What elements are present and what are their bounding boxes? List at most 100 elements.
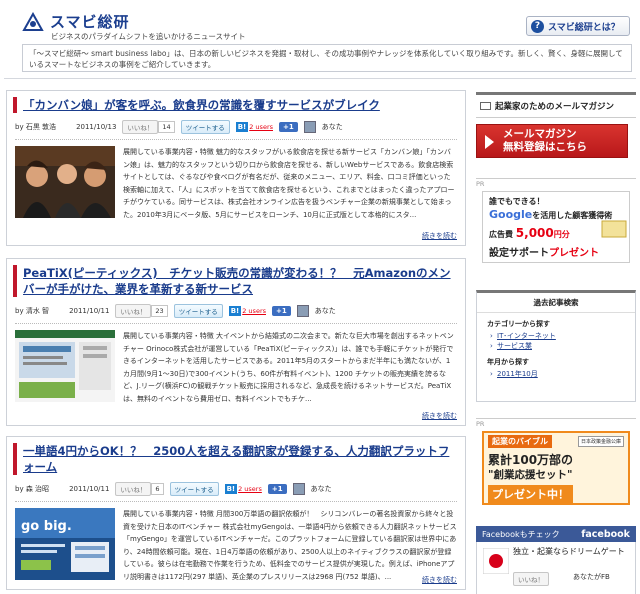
about-button-label: スマビ総研とは？ [548, 22, 620, 33]
mail-button-line1: メールマガジン [503, 128, 577, 140]
article-title-row: 一単語4円からOK！？ 2500人を超える翻訳家が登録する、人力翻訳プラットフォ… [13, 443, 459, 475]
facebook-header: Facebookもチェック facebook [476, 526, 636, 542]
arrow-right-icon [485, 135, 494, 149]
user-avatar-icon [292, 483, 305, 495]
hatena-users[interactable]: 2 users [249, 123, 273, 131]
divider [15, 501, 457, 502]
you-label: あなた [310, 485, 332, 493]
article-excerpt: 展開している事業内容・特徴 大イベントから結婚式の二次会まで。新たな巨大市場を創… [123, 332, 454, 403]
facebook-widget: 独立・起業ならドリームゲート いいね！ あなたがFB [476, 542, 636, 594]
category-link-label[interactable]: IT･インターネット [497, 332, 556, 340]
ad-line4: 設定サポート [489, 248, 549, 259]
hatena-users[interactable]: 2 users [242, 307, 266, 315]
site-subtitle: ビジネスのパラダイムシフトを追いかけるニュースサイト [51, 32, 246, 41]
article-card: PeaTiX(ピーティックス) チケット販売の常識が変わる！？ 元Amazonの… [6, 258, 466, 426]
ad2-line2: 累計100万部の [488, 453, 574, 467]
article-thumbnail[interactable] [15, 146, 115, 218]
category-link-it[interactable]: IT･インターネット [477, 331, 635, 341]
google-ad-banner[interactable]: 誰でもできる！ Googleを活用した顧客獲得術 広告費 5,000円分 設定サ… [482, 191, 630, 263]
author: by 石黒 敦浩 [15, 122, 56, 132]
site-title[interactable]: スマビ総研 [50, 11, 130, 32]
tweet-button[interactable]: ツイートする [173, 304, 223, 318]
like-button[interactable]: いいね！ [115, 304, 152, 318]
hatena-users[interactable]: 2 users [238, 485, 262, 493]
article-title-link[interactable]: 「カンバン娘」が客を呼ぶ。飲食界の常識を覆すサービスがブレイク [23, 97, 459, 113]
author: by 森 治昭 [15, 484, 49, 494]
like-count: 23 [151, 305, 168, 317]
read-more-link[interactable]: 続きを読む [422, 575, 457, 585]
archive-box: 過去記事検索 カテゴリ一から探す IT･インターネット サービス業 年月から探す… [476, 290, 636, 402]
article-card: 一単語4円からOK！？ 2500人を超える翻訳家が登録する、人力翻訳プラットフォ… [6, 436, 466, 590]
like-button[interactable]: いいね！ [122, 120, 159, 134]
startup-bible-ad-banner[interactable]: 起業のバイブル 日本政策金融公庫 累計100万部の "創業応援セット" プレゼン… [482, 431, 630, 505]
ad-line4-row: 設定サポートプレゼント [489, 244, 599, 259]
hatena-bookmark-button[interactable]: B! 2 users [224, 484, 262, 494]
mail-magazine-signup-button[interactable]: メールマガジン 無料登録はこちら [476, 124, 628, 158]
facebook-check-label: Facebookもチェック [482, 529, 560, 539]
by-label: by [15, 123, 24, 131]
author-name: 清水 智 [25, 307, 50, 315]
hatena-bookmark-button[interactable]: B! 2 users [235, 122, 273, 132]
ad-amount: 5,000 [515, 226, 554, 240]
hatena-icon: B! [228, 306, 242, 316]
logo-icon[interactable] [22, 12, 44, 34]
facebook-like-button[interactable]: いいね！ [513, 572, 549, 586]
month-link-label[interactable]: 2011年10月 [497, 370, 538, 378]
coin-icon [601, 220, 627, 238]
pr-label: PR [476, 178, 636, 188]
mail-magazine-header: 起業家のためのメールマガジン [476, 92, 636, 118]
article-thumbnail[interactable] [15, 330, 115, 402]
page-avatar-icon[interactable] [483, 548, 509, 574]
facebook-logo: facebook [581, 528, 630, 540]
ad2-badge: 日本政策金融公庫 [577, 436, 624, 447]
about-button[interactable]: ? スマビ総研とは？ [526, 16, 630, 36]
google-logo: Google [489, 208, 533, 221]
mail-button-line2: 無料登録はこちら [503, 141, 587, 153]
tweet-button[interactable]: ツイートする [180, 120, 230, 134]
user-avatar-icon [303, 121, 316, 133]
post-date: 2011/10/11 [69, 485, 110, 493]
month-link[interactable]: 2011年10月 [477, 369, 635, 379]
google-plus-button[interactable]: +1 [272, 306, 291, 316]
mail-magazine-title: 起業家のためのメールマガジン [495, 102, 615, 112]
article-title-link[interactable]: PeaTiX(ピーティックス) チケット販売の常識が変わる！？ 元Amazonの… [23, 265, 459, 297]
author-name: 森 治昭 [25, 485, 50, 493]
facebook-page-name[interactable]: 独立・起業ならドリームゲート [513, 546, 627, 557]
article-body: go big. 展開している事業内容・特徴 月間300万単語の翻訳依頼が！ シリ… [15, 508, 457, 594]
you-label: あなた [321, 123, 343, 131]
facebook-box: Facebookもチェック facebook 独立・起業ならドリームゲート いい… [476, 526, 636, 594]
ad-present: プレゼント [549, 248, 599, 259]
archive-panel: 過去記事検索 カテゴリ一から探す IT･インターネット サービス業 年月から探す… [476, 290, 636, 402]
user-avatar-icon [296, 305, 309, 317]
google-plus-button[interactable]: +1 [267, 484, 287, 494]
article-meta: by 石黒 敦浩 2011/10/13 いいね！ 14 ツイートする B! 2 u… [15, 119, 457, 135]
by-label: by [15, 307, 24, 315]
article-title-link[interactable]: 一単語4円からOK！？ 2500人を超える翻訳家が登録する、人力翻訳プラットフォ… [23, 443, 459, 475]
month-heading: 年月から探す [487, 358, 529, 366]
hatena-icon: B! [235, 122, 249, 132]
like-count: 6 [151, 483, 164, 495]
ad2-line4: プレゼント中！ [488, 485, 573, 503]
category-link-label[interactable]: サービス業 [497, 342, 532, 350]
site-header: スマビ総研 ビジネスのパラダイムシフトを追いかけるニュースサイト ? スマビ総研… [4, 4, 636, 41]
like-count: 14 [158, 121, 175, 133]
article-title-row: 「カンバン娘」が客を呼ぶ。飲食界の常識を覆すサービスがブレイク [13, 97, 459, 113]
tweet-button[interactable]: ツイートする [169, 482, 219, 496]
google-plus-button[interactable]: +1 [279, 122, 298, 132]
like-button[interactable]: いいね！ [115, 482, 152, 496]
hatena-icon: B! [224, 484, 238, 494]
ad-line3-row: 広告費 5,000円分 [489, 226, 570, 240]
category-link-service[interactable]: サービス業 [477, 341, 635, 351]
post-date: 2011/10/13 [76, 123, 117, 131]
article-excerpt: 展開している事業内容・特徴 魅力的なスタッフがいる飲食店を探せる新サービス「カン… [123, 148, 455, 219]
article-meta: by 清水 智 2011/10/11 いいね！ 23 ツイートする B! 2 us… [15, 303, 457, 319]
article-thumbnail[interactable]: go big. [15, 508, 115, 580]
hatena-bookmark-button[interactable]: B! 2 users [228, 306, 266, 316]
article-body: 展開している事業内容・特徴 大イベントから結婚式の二次会まで。新たな巨大市場を創… [15, 330, 457, 422]
ad-line1: 誰でもできる！ [489, 197, 545, 206]
read-more-link[interactable]: 続きを読む [422, 411, 457, 421]
ad2-line3: "創業応援セット" [488, 469, 573, 481]
post-date: 2011/10/11 [69, 307, 110, 315]
read-more-link[interactable]: 続きを読む [422, 231, 457, 241]
divider [15, 323, 457, 324]
